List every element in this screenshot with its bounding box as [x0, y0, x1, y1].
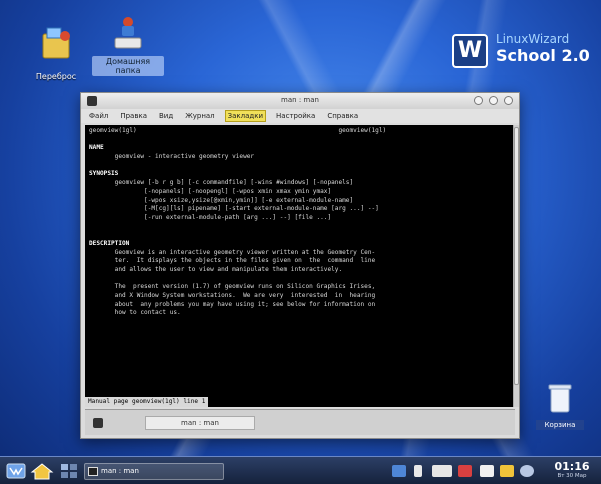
folder-icon — [42, 27, 70, 59]
task-label: man : man — [101, 467, 139, 475]
desktop-icon-trash[interactable]: Корзина — [536, 382, 584, 430]
desktop-icon-label: Переброс — [35, 72, 77, 81]
desktop-switcher-icon[interactable] — [60, 462, 78, 480]
desktop-icon-pereobros[interactable]: Переброс — [20, 24, 92, 83]
tray-clock-icon[interactable] — [520, 465, 534, 477]
terminal-line: Geomview is an interactive geometry view… — [89, 248, 376, 256]
tray-device-icon[interactable] — [480, 465, 494, 477]
menu-help[interactable]: Справка — [325, 111, 360, 121]
taskbar: man : man 01:16 Вт 30 Мар — [0, 456, 601, 484]
terminal-line: [-M[cg][ls] pipename] [-start external-m… — [89, 205, 379, 213]
menu-bar: Файл Правка Вид Журнал Закладки Настройк… — [81, 109, 519, 123]
terminal-line: ter. It displays the objects in the file… — [89, 257, 376, 265]
tray-network-icon[interactable] — [392, 465, 406, 477]
taskbar-task-terminal[interactable]: man : man — [84, 463, 224, 480]
terminal-line: DESCRIPTION — [89, 239, 130, 247]
terminal-line: [-nopanels] [-noopengl] [-wpos xmin xmax… — [89, 187, 332, 195]
terminal-line: SYNOPSIS — [89, 170, 119, 178]
man-status-line: Manual page geomview(1gl) line 1 — [85, 397, 209, 407]
menu-bookmarks[interactable]: Закладки — [224, 110, 267, 122]
tray-battery-icon[interactable] — [500, 465, 514, 477]
window-titlebar[interactable]: man : man — [81, 93, 519, 109]
tray-flag-icon[interactable] — [432, 465, 452, 477]
terminal-window[interactable]: man : man Файл Правка Вид Журнал Закладк… — [80, 92, 520, 439]
terminal-line: about any problems you may have using it… — [89, 300, 376, 308]
terminal-line: [-run external-module-path [arg ...] --]… — [89, 213, 332, 221]
terminal-line: and allows the user to view and manipula… — [89, 266, 343, 273]
tray-volume-icon[interactable] — [414, 465, 422, 477]
trash-label: Корзина — [536, 420, 584, 430]
computer-icon — [114, 17, 142, 49]
terminal-line: geomview - interactive geometry viewer — [89, 153, 255, 161]
window-title: man : man — [281, 96, 319, 104]
terminal-task-icon — [88, 467, 98, 476]
menu-launcher-icon[interactable] — [6, 462, 26, 480]
maximize-button[interactable] — [489, 96, 498, 105]
terminal-scrollbar[interactable] — [513, 125, 519, 407]
terminal-tab[interactable]: man : man — [145, 416, 255, 430]
terminal-line: The present version (1.7) of geomview ru… — [89, 283, 376, 291]
brand-line1: LinuxWizard — [496, 32, 570, 46]
desktop-icon-home[interactable]: Домашняя папка — [92, 14, 164, 77]
terminal-line: geomview(1gl) geomview(1gl) — [89, 127, 387, 134]
clock-date: Вт 30 Мар — [557, 473, 587, 479]
close-button[interactable] — [504, 96, 513, 105]
clock-time: 01:16 — [554, 460, 590, 473]
terminal-output[interactable]: geomview(1gl) geomview(1gl) NAME geomview… — [85, 125, 513, 407]
home-launcher-icon[interactable] — [30, 462, 54, 480]
terminal-line: [-wpos xsize,ysize[@xmin,ymin]] [-e exte… — [89, 196, 354, 204]
terminal-line: how to contact us. — [89, 309, 181, 317]
trash-icon — [548, 384, 572, 413]
brand-logo: W LinuxWizard School 2.0 — [452, 28, 592, 74]
terminal-line: geomview [-b r g b] [-c commandfile] [-w… — [89, 179, 354, 187]
minimize-button[interactable] — [474, 96, 483, 105]
terminal-line: NAME — [89, 144, 104, 152]
menu-settings[interactable]: Настройка — [274, 111, 317, 121]
brand-line2: School 2.0 — [496, 46, 590, 65]
scrollbar-thumb[interactable] — [514, 127, 519, 385]
taskbar-clock[interactable]: 01:16 Вт 30 Мар — [546, 460, 598, 479]
menu-file[interactable]: Файл — [87, 111, 110, 121]
new-tab-icon[interactable] — [93, 418, 103, 428]
terminal-tab-bar: man : man — [85, 409, 515, 435]
tray-keyboard-icon[interactable] — [458, 465, 472, 477]
desktop-icon-label: Домашняя папка — [92, 56, 164, 76]
menu-history[interactable]: Журнал — [183, 111, 216, 121]
menu-view[interactable]: Вид — [157, 111, 175, 121]
menu-edit[interactable]: Правка — [118, 111, 149, 121]
brand-badge: W — [452, 34, 488, 68]
terminal-line: and X Window System workstations. We are… — [89, 292, 376, 300]
